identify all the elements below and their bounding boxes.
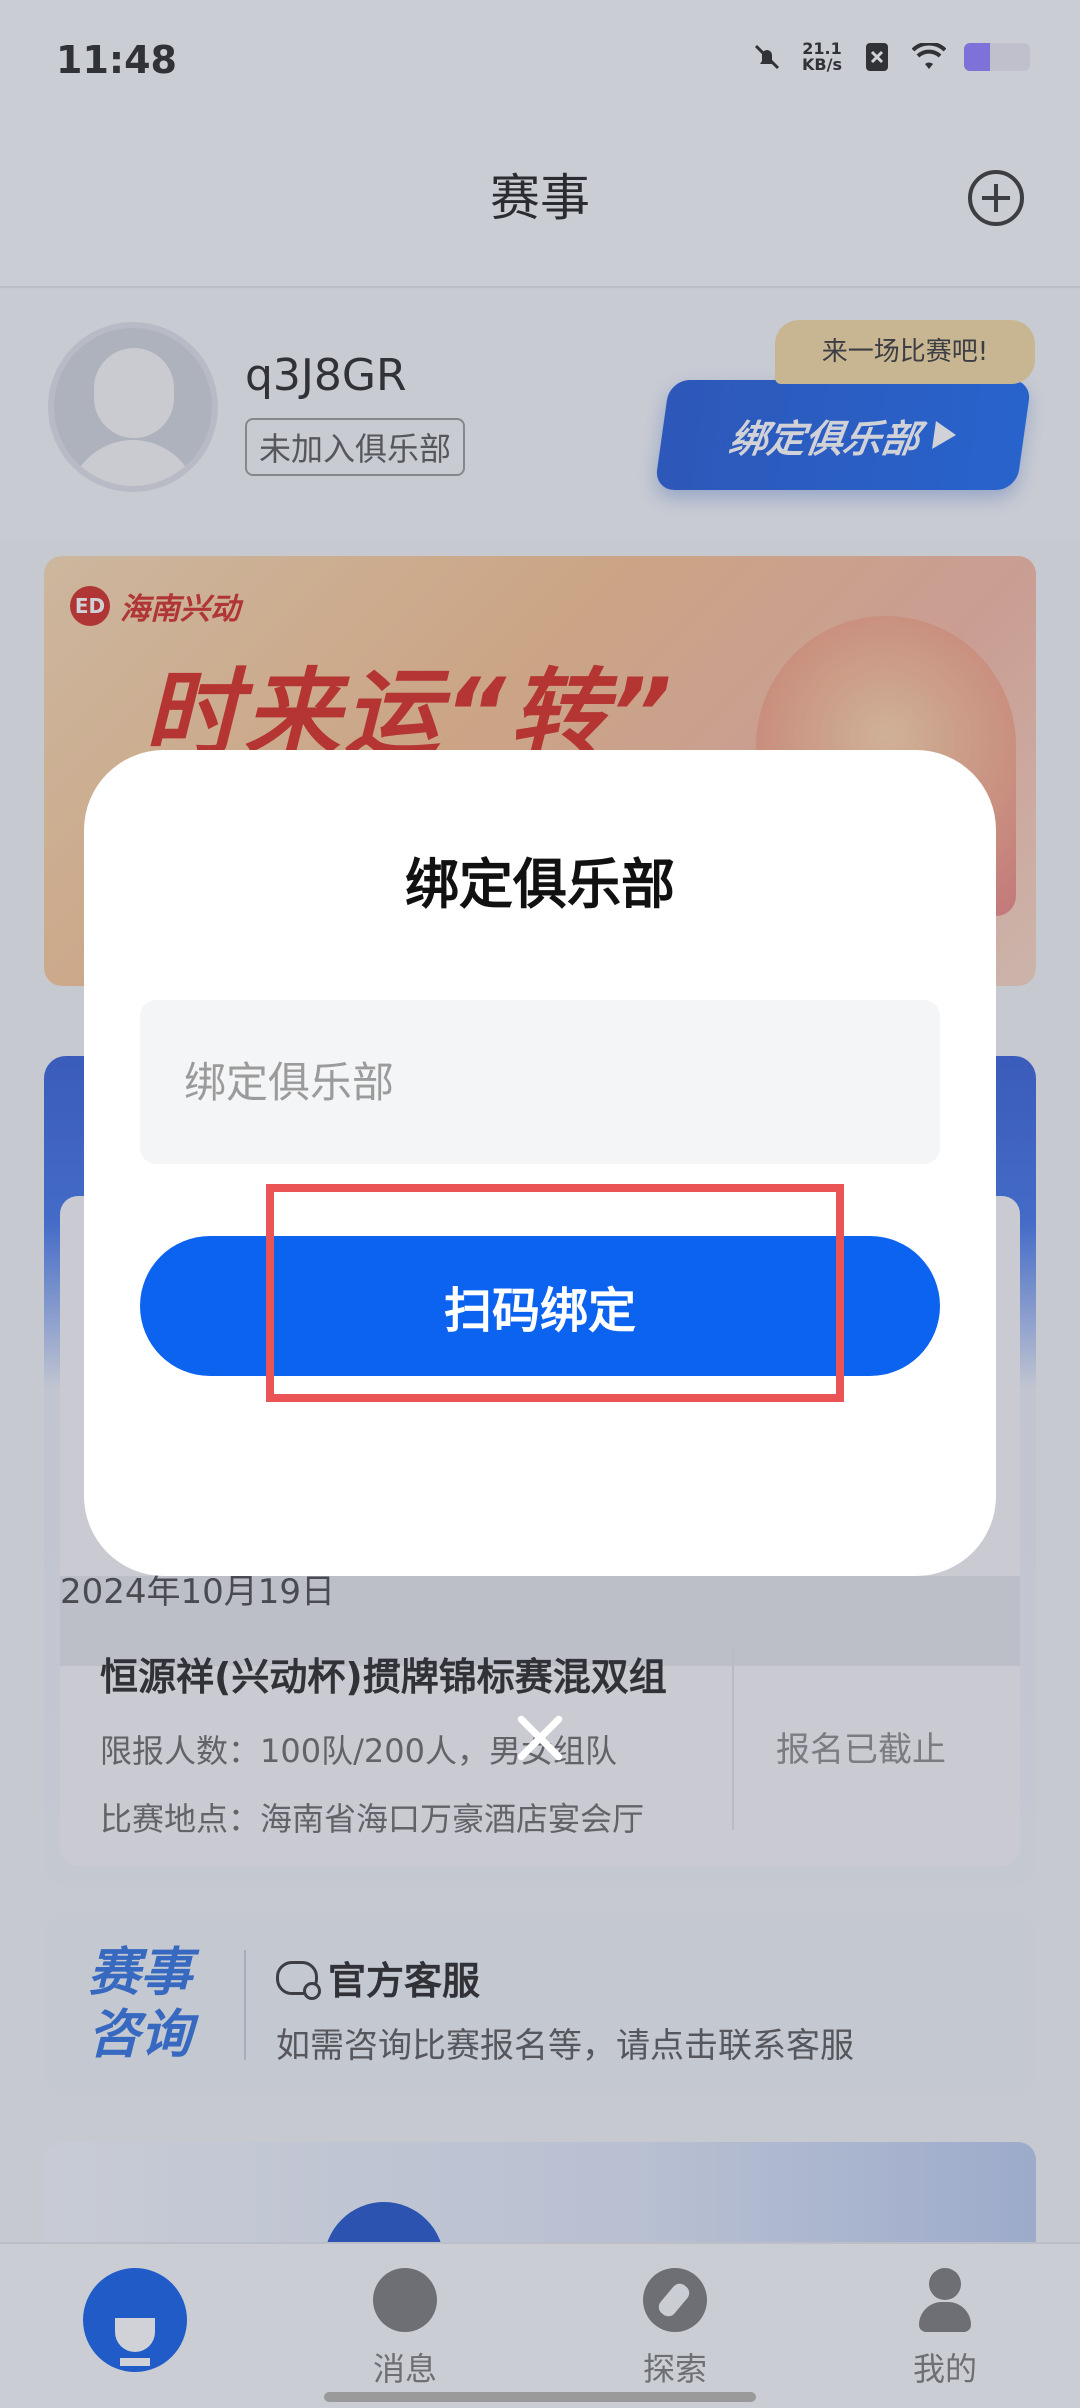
- highlight-box: [266, 1184, 844, 1402]
- bind-club-dialog: 绑定俱乐部 扫码绑定: [84, 750, 996, 1576]
- dialog-title: 绑定俱乐部: [405, 853, 675, 916]
- home-indicator: [324, 2392, 756, 2402]
- club-code-input[interactable]: [140, 1000, 940, 1164]
- close-icon[interactable]: [512, 1710, 568, 1766]
